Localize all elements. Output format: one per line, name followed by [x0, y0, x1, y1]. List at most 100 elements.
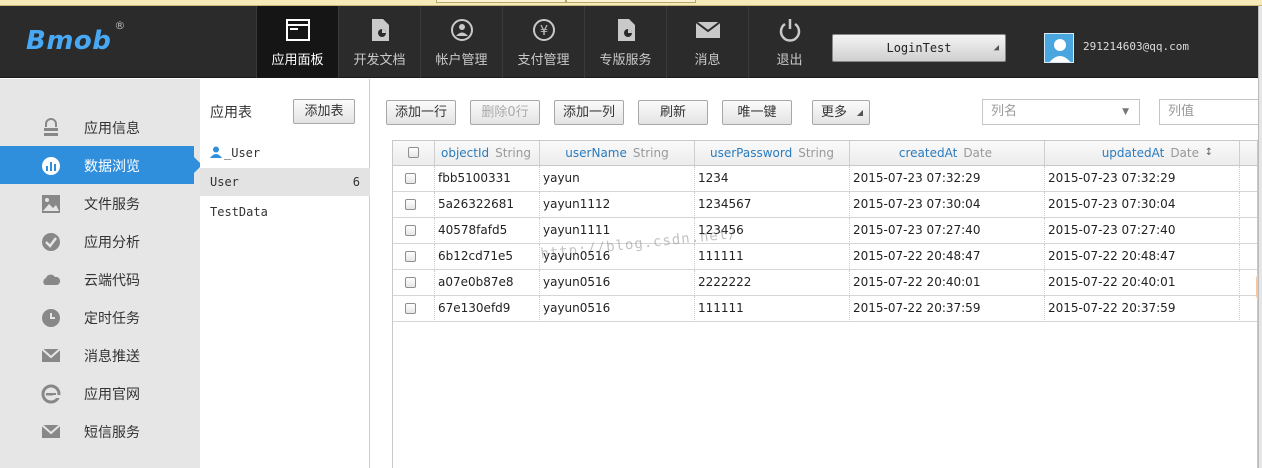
row-checkbox[interactable] — [405, 173, 416, 184]
cell-createdat[interactable]: 2015-07-22 20:37:59 — [850, 296, 1045, 322]
row-checkbox[interactable] — [405, 251, 416, 262]
nav-label: 支付管理 — [517, 53, 570, 68]
mail-icon — [695, 21, 721, 38]
refresh-button[interactable]: 刷新 — [638, 100, 708, 125]
table-item-testdata[interactable]: TestData — [200, 198, 370, 226]
bmob-logo[interactable]: Bmob® — [26, 19, 126, 56]
column-header-createdat[interactable]: createdAt Date — [850, 141, 1045, 166]
cell-username[interactable]: yayun1111 — [540, 218, 695, 244]
cell-objectid[interactable]: 5a26322681 — [435, 192, 540, 218]
ie-icon — [41, 384, 61, 404]
sidebar-item-label: 消息推送 — [84, 349, 140, 365]
row-checkbox[interactable] — [405, 277, 416, 288]
cell-userpassword[interactable]: 111111 — [695, 244, 850, 270]
cell-username[interactable]: yayun — [540, 166, 695, 192]
cell-userpassword[interactable]: 2222222 — [695, 270, 850, 296]
table-row[interactable]: 5a26322681 yayun1112 1234567 2015-07-23 07:… — [393, 192, 1257, 218]
delete-rows-button[interactable]: 删除0行 — [470, 100, 540, 125]
cell-createdat[interactable]: 2015-07-22 20:48:47 — [850, 244, 1045, 270]
yen-icon: ¥ — [533, 19, 555, 41]
sidebar-item-scheduled-tasks[interactable]: 定时任务 — [0, 298, 200, 336]
column-name-select[interactable]: 列名 ▼ — [982, 99, 1140, 125]
table-row[interactable]: a07e0b87e8 yayun0516 2222222 2015-07-22 20:… — [393, 270, 1257, 296]
sidebar-item-label: 应用官网 — [84, 387, 140, 403]
table-name: TestData — [210, 205, 268, 219]
cell-username[interactable]: yayun1112 — [540, 192, 695, 218]
cell-username[interactable]: yayun0516 — [540, 270, 695, 296]
sidebar-item-app-info[interactable]: 应用信息 — [0, 108, 200, 146]
tables-panel-title: 应用表 — [210, 105, 252, 121]
browser-tab-edge — [436, 0, 566, 3]
cell-objectid[interactable]: a07e0b87e8 — [435, 270, 540, 296]
table-row[interactable]: fbb5100331 yayun 1234 2015-07-23 07:32:29 20… — [393, 166, 1257, 192]
cell-updatedat[interactable]: 2015-07-22 20:48:47 — [1045, 244, 1240, 270]
nav-logout[interactable]: 退出 — [748, 6, 830, 78]
unique-key-button[interactable]: 唯一键 — [722, 100, 792, 125]
nav-app-dashboard[interactable]: 应用面板 — [256, 6, 338, 78]
nav-label: 帐户管理 — [435, 53, 488, 68]
nav-account[interactable]: 帐户管理 — [420, 6, 502, 78]
sms-icon — [41, 424, 61, 438]
table-row[interactable]: 40578fafd5 yayun1111 123456 2015-07-23 07:2… — [393, 218, 1257, 244]
cell-username[interactable]: yayun0516 — [540, 296, 695, 322]
nav-payment[interactable]: ¥ 支付管理 — [502, 6, 584, 78]
row-select-cell — [393, 296, 435, 322]
dropdown-caret-icon: ◢ — [856, 108, 863, 117]
dashboard-icon — [286, 19, 310, 41]
nav-messages[interactable]: 消息 — [666, 6, 748, 78]
row-checkbox[interactable] — [405, 303, 416, 314]
row-select-cell — [393, 192, 435, 218]
cell-objectid[interactable]: 6b12cd71e5 — [435, 244, 540, 270]
add-row-button[interactable]: 添加一行 — [386, 100, 456, 125]
cell-userpassword[interactable]: 111111 — [695, 296, 850, 322]
column-header-objectid[interactable]: objectId String — [435, 141, 540, 166]
more-button[interactable]: 更多 ◢ — [812, 100, 870, 125]
row-checkbox[interactable] — [405, 199, 416, 210]
nav-dev-docs[interactable]: 开发文档 — [338, 6, 420, 78]
avatar[interactable] — [1044, 33, 1074, 63]
sidebar-item-sms[interactable]: 短信服务 — [0, 412, 200, 450]
cell-userpassword[interactable]: 123456 — [695, 218, 850, 244]
table-item-user-system[interactable]: _User — [200, 139, 370, 167]
sidebar-item-data-browse[interactable]: 数据浏览 — [0, 146, 202, 184]
cell-objectid[interactable]: 40578fafd5 — [435, 218, 540, 244]
user-email[interactable]: 291214603@qq.com — [1083, 40, 1189, 53]
cell-updatedat[interactable]: 2015-07-22 20:37:59 — [1045, 296, 1240, 322]
cell-userpassword[interactable]: 1234 — [695, 166, 850, 192]
sidebar-item-app-analytics[interactable]: 应用分析 — [0, 222, 200, 260]
add-column-button[interactable]: 添加一列 — [554, 100, 624, 125]
cell-updatedat[interactable]: 2015-07-22 20:40:01 — [1045, 270, 1240, 296]
cell-createdat[interactable]: 2015-07-23 07:30:04 — [850, 192, 1045, 218]
sort-icon[interactable]: ↕ — [1205, 141, 1213, 165]
cell-createdat[interactable]: 2015-07-23 07:27:40 — [850, 218, 1045, 244]
add-table-button[interactable]: 添加表 — [293, 99, 355, 124]
row-select-cell — [393, 166, 435, 192]
table-row[interactable]: 6b12cd71e5 yayun0516 111111 2015-07-22 20:4… — [393, 244, 1257, 270]
cell-createdat[interactable]: 2015-07-22 20:40:01 — [850, 270, 1045, 296]
cell-objectid[interactable]: 67e130efd9 — [435, 296, 540, 322]
select-all-checkbox[interactable] — [408, 147, 419, 158]
table-item-user[interactable]: User 6 — [200, 168, 370, 196]
cell-userpassword[interactable]: 1234567 — [695, 192, 850, 218]
cell-updatedat[interactable]: 2015-07-23 07:27:40 — [1045, 218, 1240, 244]
column-header-updatedat[interactable]: updatedAt Date ↕ — [1045, 141, 1240, 166]
cell-updatedat[interactable]: 2015-07-23 07:32:29 — [1045, 166, 1240, 192]
column-header-userpassword[interactable]: userPassword String — [695, 141, 850, 166]
cell-createdat[interactable]: 2015-07-23 07:32:29 — [850, 166, 1045, 192]
app-selector[interactable]: LoginTest ◢ — [832, 34, 1006, 62]
nav-special-service[interactable]: 专版服务 — [584, 6, 666, 78]
sidebar-item-website[interactable]: 应用官网 — [0, 374, 200, 412]
sidebar-item-label: 数据浏览 — [84, 159, 140, 175]
column-value-input[interactable]: 列值 — [1159, 99, 1259, 125]
cell-username[interactable]: yayun0516 — [540, 244, 695, 270]
app-selector-value: LoginTest — [886, 41, 952, 55]
tables-panel: 应用表 添加表 _User User 6 TestData — [200, 79, 370, 468]
table-row[interactable]: 67e130efd9 yayun0516 111111 2015-07-22 20:3… — [393, 296, 1257, 322]
sidebar-item-cloud-code[interactable]: 云端代码 — [0, 260, 200, 298]
cell-objectid[interactable]: fbb5100331 — [435, 166, 540, 192]
sidebar-item-file-service[interactable]: 文件服务 — [0, 184, 200, 222]
cell-updatedat[interactable]: 2015-07-23 07:30:04 — [1045, 192, 1240, 218]
sidebar-item-push[interactable]: 消息推送 — [0, 336, 200, 374]
column-header-username[interactable]: userName String — [540, 141, 695, 166]
row-checkbox[interactable] — [405, 225, 416, 236]
